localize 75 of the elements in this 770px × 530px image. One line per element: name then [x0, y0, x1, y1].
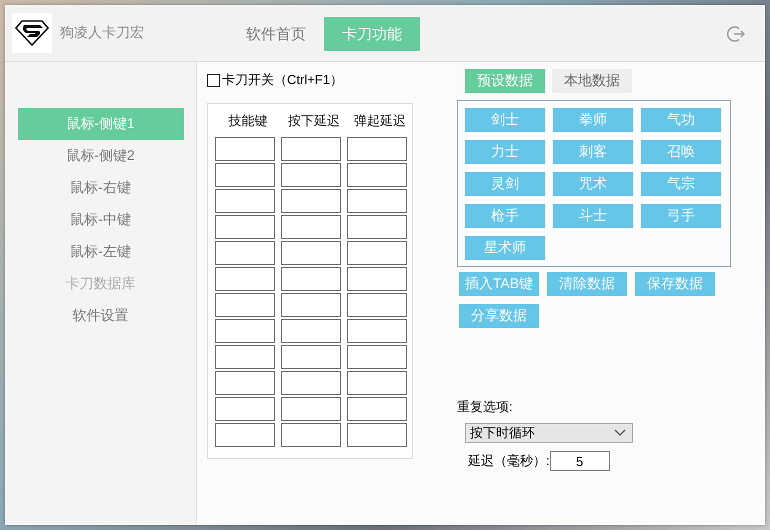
class-button[interactable]: 召唤	[641, 140, 721, 164]
table-input-field[interactable]	[215, 137, 275, 161]
table-input-field[interactable]	[215, 345, 275, 369]
table-input-field[interactable]	[281, 163, 341, 187]
sidebar-item[interactable]: 鼠标-侧键2	[18, 140, 184, 172]
nav-tab[interactable]: 卡刀功能	[324, 17, 420, 51]
class-button[interactable]: 力士	[465, 140, 545, 164]
class-button[interactable]: 星术师	[465, 236, 545, 260]
repeat-label: 重复选项:	[457, 398, 514, 416]
table-input-field[interactable]	[215, 189, 275, 213]
table-input-field[interactable]	[347, 241, 407, 265]
table-input-field[interactable]	[281, 345, 341, 369]
sidebar-item[interactable]: 鼠标-右键	[18, 172, 184, 204]
class-button[interactable]: 弓手	[641, 204, 721, 228]
table-input-field[interactable]	[347, 319, 407, 343]
class-button[interactable]: 拳师	[553, 108, 633, 132]
action-button[interactable]: 分享数据	[459, 304, 539, 328]
table-input-field[interactable]	[281, 423, 341, 447]
column-header: 技能键	[228, 112, 268, 130]
action-button[interactable]: 保存数据	[635, 272, 715, 296]
class-button[interactable]: 气宗	[641, 172, 721, 196]
table-input-field[interactable]	[347, 189, 407, 213]
table-input-field[interactable]	[215, 163, 275, 187]
table-input-field[interactable]	[215, 397, 275, 421]
sidebar-item[interactable]: 鼠标-侧键1	[18, 108, 184, 140]
class-button[interactable]: 灵剑	[465, 172, 545, 196]
table-input-field[interactable]	[215, 423, 275, 447]
table-input-field[interactable]	[215, 371, 275, 395]
class-button[interactable]: 气功	[641, 108, 721, 132]
delay-label: 延迟（毫秒）:	[468, 452, 550, 470]
chevron-down-icon	[614, 429, 626, 437]
window-title: 狗凌人卡刀宏	[60, 24, 145, 42]
sidebar-item[interactable]: 鼠标-左键	[18, 236, 184, 268]
table-input-field[interactable]	[215, 267, 275, 291]
table-input-field[interactable]	[215, 293, 275, 317]
action-button[interactable]: 插入TAB键	[459, 272, 539, 296]
table-input-field[interactable]	[347, 293, 407, 317]
table-input-field[interactable]	[215, 215, 275, 239]
table-input-field[interactable]	[281, 293, 341, 317]
class-button[interactable]: 斗士	[553, 204, 633, 228]
table-input-field[interactable]	[281, 189, 341, 213]
table-input-field[interactable]	[347, 423, 407, 447]
toggle-checkbox[interactable]: 卡刀开关（Ctrl+F1）	[207, 70, 429, 90]
table-input-field[interactable]	[347, 267, 407, 291]
class-button[interactable]: 咒术	[553, 172, 633, 196]
table-input-field[interactable]	[347, 215, 407, 239]
table-input-field[interactable]	[281, 267, 341, 291]
shield-logo-icon	[15, 20, 49, 46]
table-input-field[interactable]	[281, 371, 341, 395]
sidebar-item[interactable]: 软件设置	[18, 300, 184, 332]
table-input-field[interactable]	[347, 163, 407, 187]
class-button[interactable]: 剑士	[465, 108, 545, 132]
table-input-field[interactable]	[281, 241, 341, 265]
sidebar-item[interactable]: 鼠标-中键	[18, 204, 184, 236]
table-input-field[interactable]	[281, 215, 341, 239]
column-header: 弹起延迟	[353, 112, 407, 130]
logout-icon[interactable]	[727, 25, 745, 43]
table-input-field[interactable]	[347, 137, 407, 161]
table-input-field[interactable]	[347, 371, 407, 395]
class-button[interactable]: 刺客	[553, 140, 633, 164]
table-input-field[interactable]	[281, 137, 341, 161]
action-button[interactable]: 清除数据	[547, 272, 627, 296]
repeat-dropdown[interactable]: 按下时循环	[465, 423, 633, 443]
data-tab[interactable]: 预设数据	[465, 69, 545, 93]
class-button[interactable]: 枪手	[465, 204, 545, 228]
table-input-field[interactable]	[215, 319, 275, 343]
delay-input[interactable]: 5	[550, 451, 610, 471]
data-tab[interactable]: 本地数据	[552, 69, 632, 93]
table-input-field[interactable]	[347, 397, 407, 421]
table-input-field[interactable]	[347, 345, 407, 369]
column-header: 按下延迟	[287, 112, 341, 130]
table-input-field[interactable]	[281, 397, 341, 421]
nav-tab[interactable]: 软件首页	[230, 17, 322, 51]
table-input-field[interactable]	[215, 241, 275, 265]
table-input-field[interactable]	[281, 319, 341, 343]
